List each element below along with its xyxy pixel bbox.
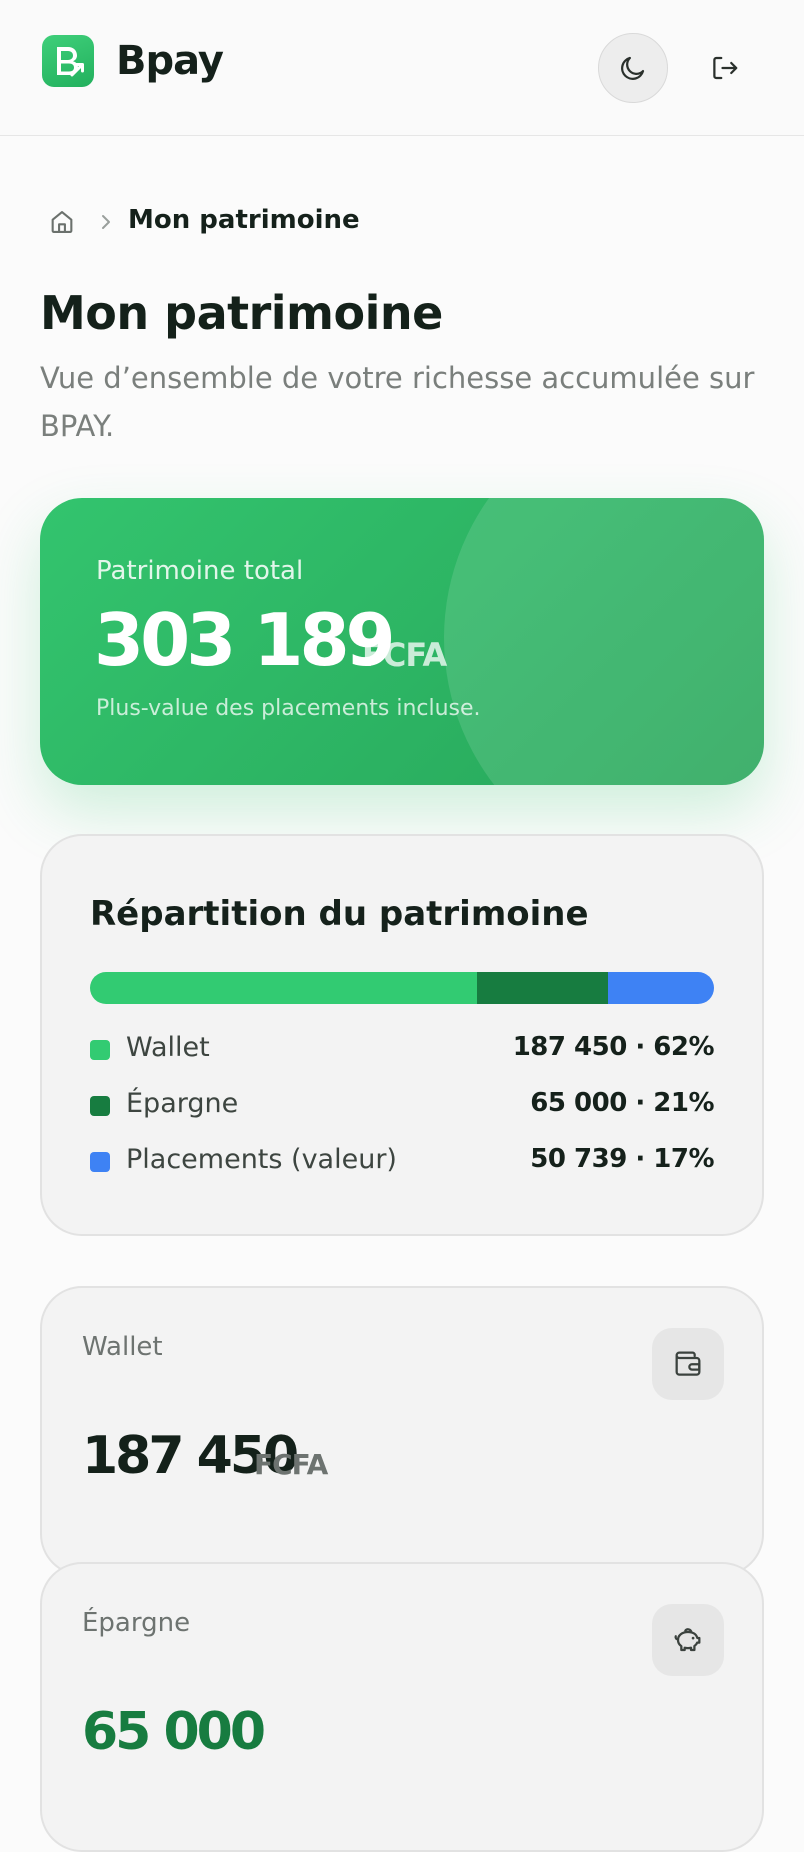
distribution-label: Wallet: [126, 1032, 210, 1063]
chevron-right-icon: [96, 210, 116, 234]
distribution-value: 187 450 · 62%: [512, 1032, 715, 1062]
distribution-row-wallet: Wallet 187 450 · 62%: [90, 1032, 715, 1072]
moon-icon: [621, 56, 645, 80]
total-wealth-card: Patrimoine total 303 189 FCFA Plus-value…: [40, 498, 764, 785]
home-icon[interactable]: [48, 208, 76, 236]
distribution-segment-epargne: [476, 972, 608, 1004]
total-currency: FCFA: [362, 636, 447, 674]
distribution-segment-wallet: [90, 972, 477, 1004]
wallet-card-label: Wallet: [82, 1332, 163, 1362]
distribution-card: Répartition du patrimoine Wallet 187 450…: [40, 834, 764, 1236]
bpay-logo-icon[interactable]: [42, 35, 94, 87]
distribution-label: Placements (valeur): [126, 1144, 397, 1175]
total-label: Patrimoine total: [96, 556, 304, 586]
legend-swatch-epargne: [90, 1096, 110, 1116]
legend-swatch-wallet: [90, 1040, 110, 1060]
distribution-segment-placements: [607, 972, 714, 1004]
logout-icon: [713, 56, 738, 80]
page-subtitle: Vue d’ensemble de votre richesse accumul…: [40, 361, 755, 443]
distribution-row-epargne: Épargne 65 000 · 21%: [90, 1088, 714, 1128]
top-bar: Bpay: [0, 0, 804, 136]
total-value: 303 189: [94, 598, 396, 682]
wallet-icon: [652, 1328, 724, 1400]
distribution-value: 65 000 · 21%: [530, 1088, 714, 1118]
breadcrumb-current: Mon patrimoine: [128, 205, 360, 235]
theme-toggle-button[interactable]: [598, 33, 668, 103]
page-title: Mon patrimoine: [40, 286, 443, 340]
logout-button[interactable]: [700, 33, 750, 103]
savings-card-label: Épargne: [82, 1608, 191, 1638]
legend-swatch-placements: [90, 1152, 110, 1172]
savings-card-value: 65 000: [82, 1702, 266, 1762]
decorative-circle: [444, 498, 764, 785]
app-name[interactable]: Bpay: [116, 38, 224, 84]
wallet-card-currency: FCFA: [254, 1448, 328, 1481]
wallet-card[interactable]: Wallet 187 450 FCFA: [40, 1286, 764, 1576]
distribution-value: 50 739 · 17%: [530, 1144, 714, 1174]
piggy-bank-icon: [652, 1604, 724, 1676]
distribution-title: Répartition du patrimoine: [90, 894, 589, 934]
savings-card[interactable]: Épargne 65 000: [40, 1562, 764, 1852]
total-note: Plus-value des placements incluse.: [96, 696, 481, 721]
distribution-row-placements: Placements (valeur) 50 739 · 17%: [90, 1144, 714, 1184]
distribution-label: Épargne: [126, 1088, 239, 1119]
distribution-bar: [90, 972, 714, 1004]
